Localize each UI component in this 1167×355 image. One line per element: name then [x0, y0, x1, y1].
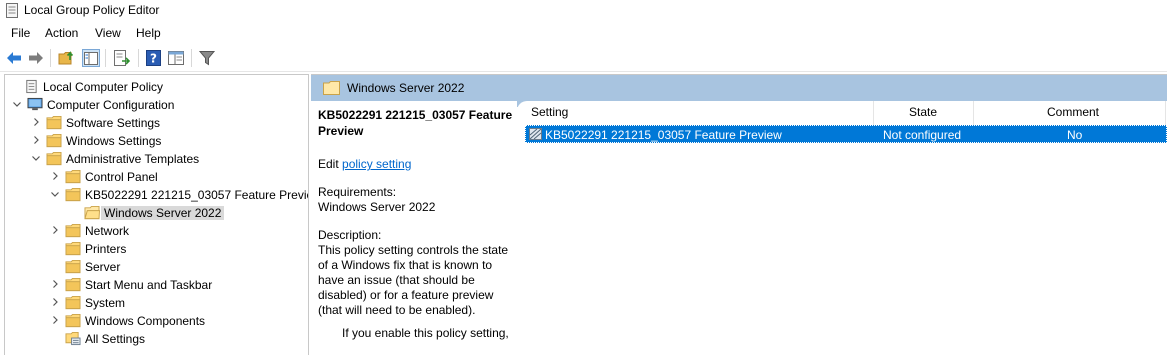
folder-icon	[65, 259, 81, 274]
filter-icon[interactable]	[198, 49, 216, 67]
window-title: Local Group Policy Editor	[24, 3, 160, 17]
folder-icon	[46, 133, 62, 148]
computer-icon	[27, 97, 43, 111]
tree-item-label: Computer Configuration	[47, 98, 175, 112]
tree-item-label: Printers	[85, 242, 127, 256]
column-header-state[interactable]: State	[909, 105, 937, 125]
tree-item[interactable]: System	[5, 294, 305, 312]
folder-open-icon	[84, 205, 100, 220]
tree-item[interactable]: Windows Components	[5, 312, 305, 330]
chevron-down-icon[interactable]	[49, 188, 61, 200]
policy-setting-icon	[529, 128, 542, 140]
panel-header: Windows Server 2022	[311, 75, 1167, 101]
tree-item-label: Server	[85, 260, 121, 274]
tree-item[interactable]: Windows Settings	[5, 132, 305, 150]
folder-icon	[65, 241, 81, 256]
tree-item[interactable]: Computer Configuration	[5, 96, 305, 114]
column-header-setting[interactable]: Setting	[531, 105, 568, 125]
tree-item[interactable]: Network	[5, 222, 305, 240]
title-bar: Local Group Policy Editor	[0, 0, 1167, 22]
chevron-right-icon[interactable]	[49, 170, 61, 182]
menu-action[interactable]: Action	[45, 26, 78, 40]
folder-icon	[65, 277, 81, 292]
tree-item-label: All Settings	[85, 332, 146, 346]
extended-view-icon[interactable]	[167, 49, 185, 67]
description-block: Description: This policy setting control…	[318, 228, 510, 318]
menu-view[interactable]: View	[95, 26, 121, 40]
show-hide-tree-icon[interactable]	[82, 49, 100, 67]
chevron-right-icon[interactable]	[49, 224, 61, 236]
folder-icon	[323, 81, 340, 95]
requirements-label: Requirements:	[318, 185, 397, 199]
back-icon[interactable]	[5, 49, 23, 67]
toolbar: ?	[0, 44, 1167, 72]
cell-state: Not configured	[883, 128, 962, 142]
help-icon[interactable]: ?	[145, 49, 163, 67]
settings-list: Setting State Comment KB5022291 221215_0…	[517, 101, 1167, 355]
chevron-down-icon[interactable]	[11, 98, 23, 110]
svg-text:?: ?	[150, 52, 157, 66]
menu-file[interactable]: File	[11, 26, 30, 40]
tree-item[interactable]: Start Menu and Taskbar	[5, 276, 305, 294]
menu-bar: File Action View Help	[0, 22, 1167, 44]
cell-setting: KB5022291 221215_03057 Feature Preview	[545, 128, 782, 142]
tree-item-label: System	[85, 296, 126, 310]
tree-item-label: Local Computer Policy	[43, 80, 164, 94]
forward-icon[interactable]	[27, 49, 45, 67]
chevron-right-icon[interactable]	[49, 314, 61, 326]
export-list-icon[interactable]	[113, 49, 131, 67]
chevron-right-icon[interactable]	[49, 278, 61, 290]
edit-prefix: Edit	[318, 157, 343, 171]
edit-policy-setting-link[interactable]: policy setting	[342, 157, 411, 171]
description-label: Description:	[318, 228, 382, 242]
policy-editor-icon	[6, 3, 18, 18]
folder-icon	[65, 295, 81, 310]
folder-icon	[65, 223, 81, 238]
tree-item[interactable]: Printers	[5, 240, 305, 258]
tree-item[interactable]: Control Panel	[5, 168, 305, 186]
tree-item-label: Software Settings	[66, 116, 161, 130]
column-header-comment[interactable]: Comment	[1047, 105, 1099, 125]
tree-item[interactable]: Server	[5, 258, 305, 276]
tree-item-label: Administrative Templates	[66, 152, 200, 166]
tree-item[interactable]: Software Settings	[5, 114, 305, 132]
tree-item[interactable]: KB5022291 221215_03057 Feature Preview	[5, 186, 308, 204]
details-pane: Windows Server 2022 KB5022291 221215_030…	[311, 74, 1167, 355]
tree-item-label: Start Menu and Taskbar	[85, 278, 213, 292]
tree-item-label: KB5022291 221215_03057 Feature Preview	[85, 188, 309, 202]
tree-item-label: Control Panel	[85, 170, 158, 184]
tree-item[interactable]: All Settings	[5, 330, 305, 348]
policy-icon	[26, 79, 37, 94]
chevron-right-icon[interactable]	[30, 116, 42, 128]
menu-help[interactable]: Help	[136, 26, 161, 40]
tree-item-label: Windows Components	[85, 314, 206, 328]
panel-title: Windows Server 2022	[347, 81, 465, 95]
all-settings-icon	[65, 331, 81, 346]
requirements: Requirements: Windows Server 2022	[318, 185, 517, 215]
chevron-down-icon[interactable]	[30, 152, 42, 164]
tree-item-label: Windows Settings	[66, 134, 162, 148]
chevron-right-icon[interactable]	[30, 134, 42, 146]
list-row-selected[interactable]: KB5022291 221215_03057 Feature Preview N…	[525, 125, 1167, 143]
folder-icon	[65, 169, 81, 184]
tree-item[interactable]: Administrative Templates	[5, 150, 305, 168]
tree-item[interactable]: Local Computer Policy	[5, 78, 305, 96]
tree-item-label: Network	[85, 224, 130, 238]
tree-item-label: Windows Server 2022	[101, 206, 225, 220]
folder-icon	[46, 151, 62, 166]
chevron-right-icon[interactable]	[49, 296, 61, 308]
navigation-tree: Local Computer Policy Computer Configurat…	[4, 74, 309, 355]
description-title: KB5022291 221215_03057 Feature Preview	[318, 108, 513, 138]
description-text: This policy setting controls the state o…	[318, 243, 509, 317]
folder-icon	[46, 115, 62, 130]
description-more: If you enable this policy setting,	[342, 326, 509, 340]
folder-icon	[65, 187, 81, 202]
cell-comment: No	[1067, 128, 1083, 142]
tree-item[interactable]: Windows Server 2022	[5, 204, 305, 222]
requirements-value: Windows Server 2022	[318, 200, 436, 214]
folder-icon	[65, 313, 81, 328]
setting-description: KB5022291 221215_03057 Feature Preview E…	[311, 101, 517, 355]
up-folder-icon[interactable]	[58, 49, 76, 67]
edit-line: Edit policy setting	[318, 157, 517, 172]
